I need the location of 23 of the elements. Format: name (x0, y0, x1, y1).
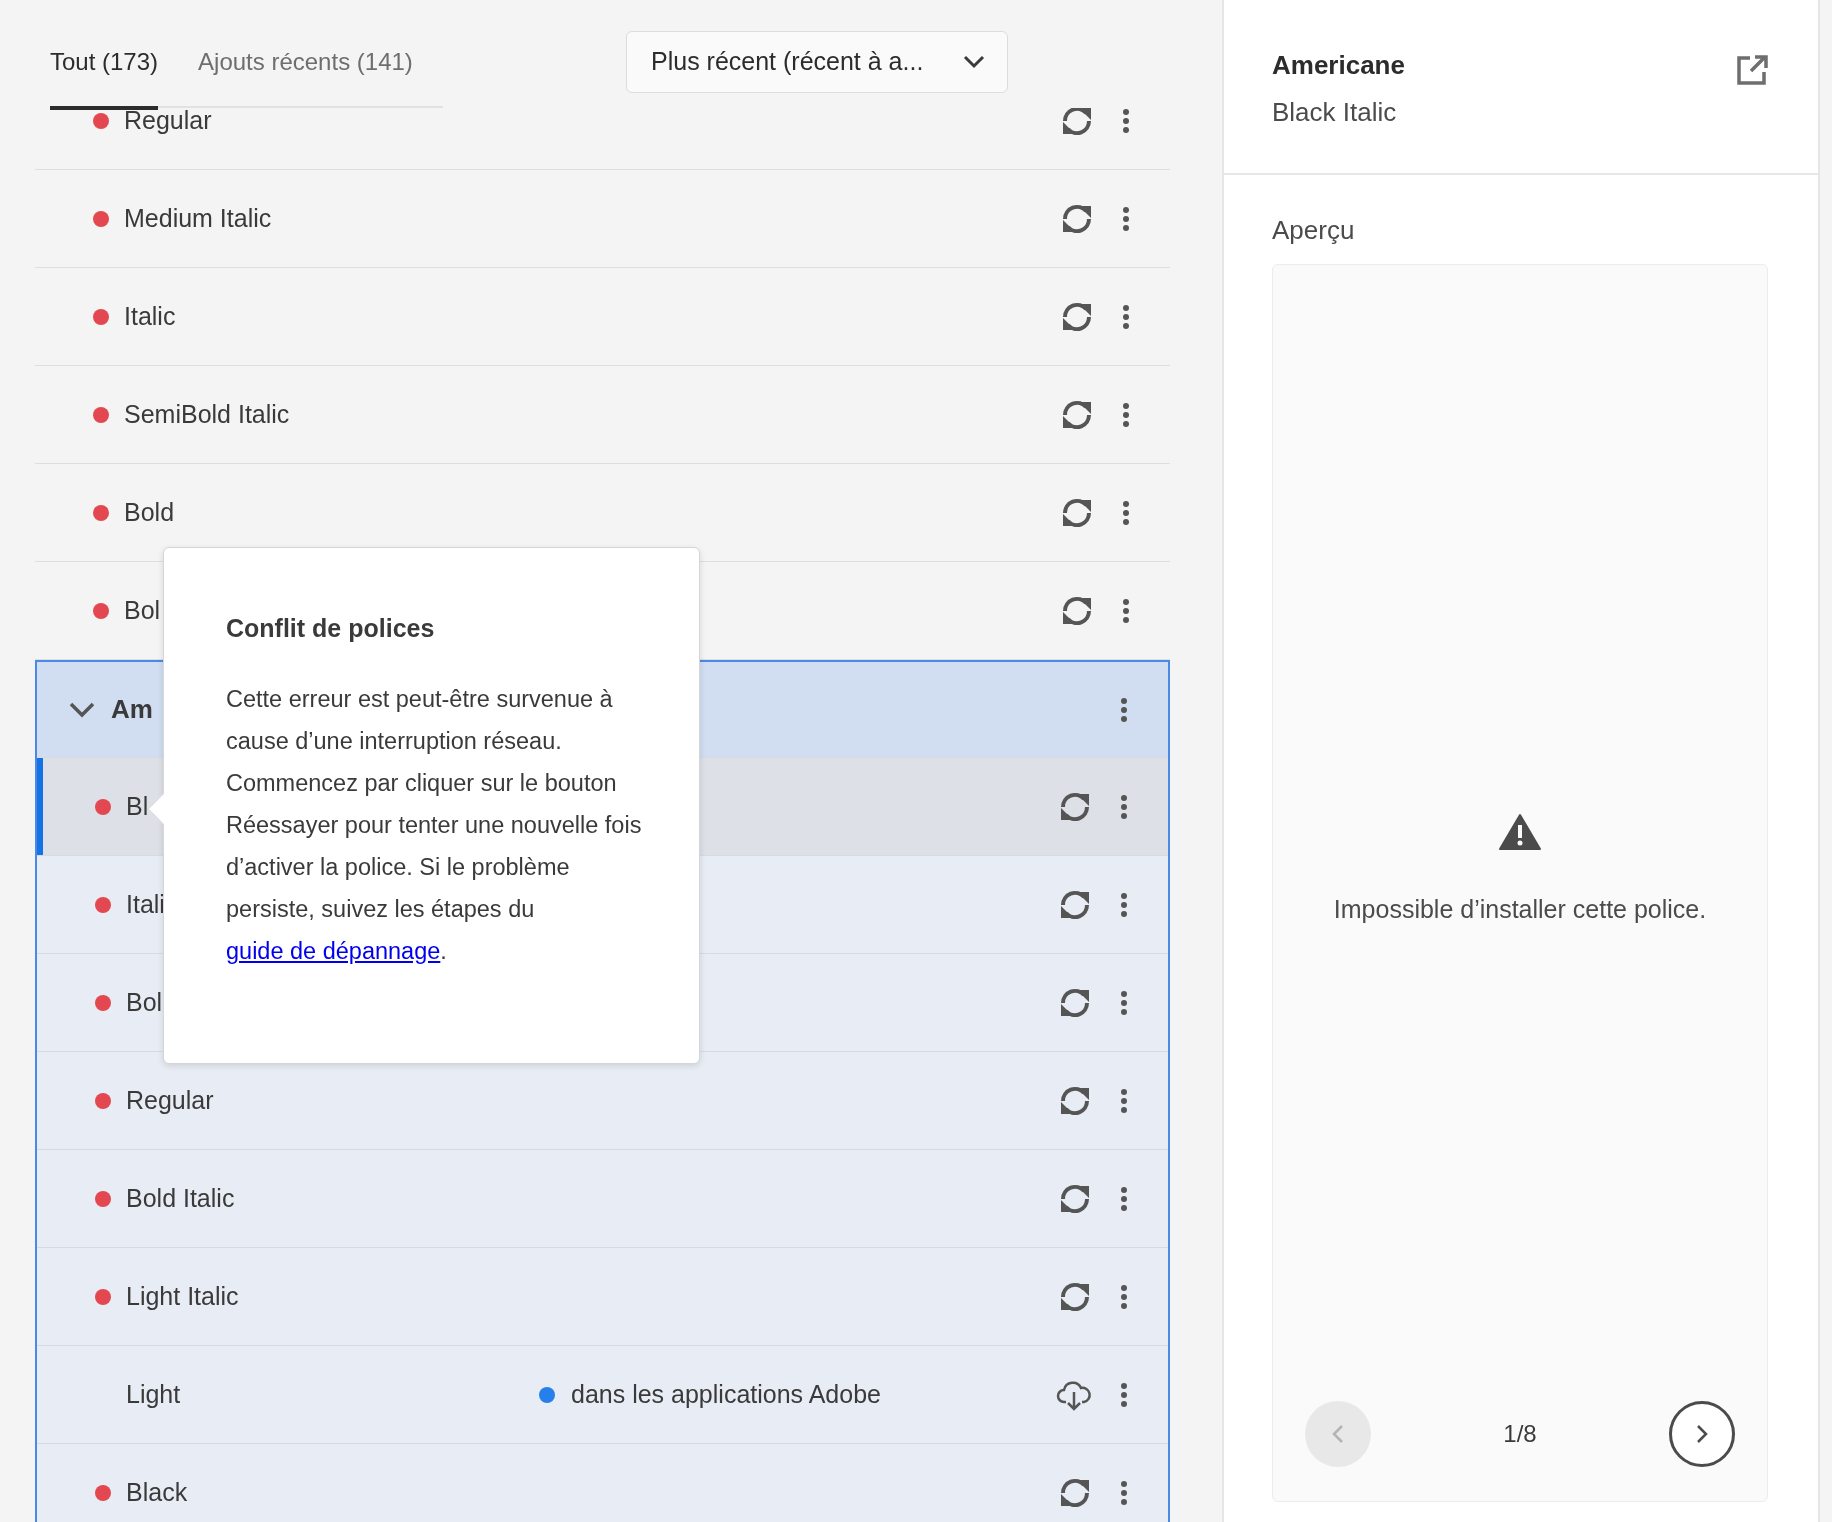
font-style-name: Medium Italic (124, 203, 272, 232)
popover-title: Conflit de polices (226, 613, 436, 644)
font-style-subtitle: Black Italic (1272, 96, 1398, 129)
font-style-name: Regular (126, 1085, 214, 1114)
font-style-name: Italic (124, 301, 176, 330)
font-style-name: Bl (126, 791, 149, 820)
popover-text: Cette erreur est peut-être survenue à cause d’une interruption réseau. Commencez par cliquer sur le bouton Réessayer pour tenter une nouvelle fois d’activer la police. Si le problème persiste, suivez les étapes du guide de dépannage. (226, 684, 643, 966)
font-style-name: SemiBold Italic (124, 399, 290, 428)
font-style-name: Regular (124, 108, 212, 134)
font-style-name: Bol (126, 987, 163, 1016)
font-style-name: Black (126, 1477, 188, 1506)
font-style-name: Light Italic (126, 1281, 239, 1310)
font-style-name: Light (126, 1379, 181, 1408)
font-style-name: Bol (124, 595, 161, 624)
font-style-name: Itali (126, 889, 165, 918)
error-message: Impossible d’installer cette police. (1333, 894, 1707, 925)
font-style-name: Bold Italic (126, 1183, 235, 1212)
font-family-name: Am (111, 693, 153, 726)
page-indicator: 1/8 (1503, 1419, 1537, 1449)
font-family-title: Americane (1272, 49, 1405, 82)
preview-label: Aperçu (1271, 214, 1356, 247)
status-text: dans les applications Adobe (571, 1378, 881, 1410)
font-style-name: Bold (124, 497, 175, 526)
